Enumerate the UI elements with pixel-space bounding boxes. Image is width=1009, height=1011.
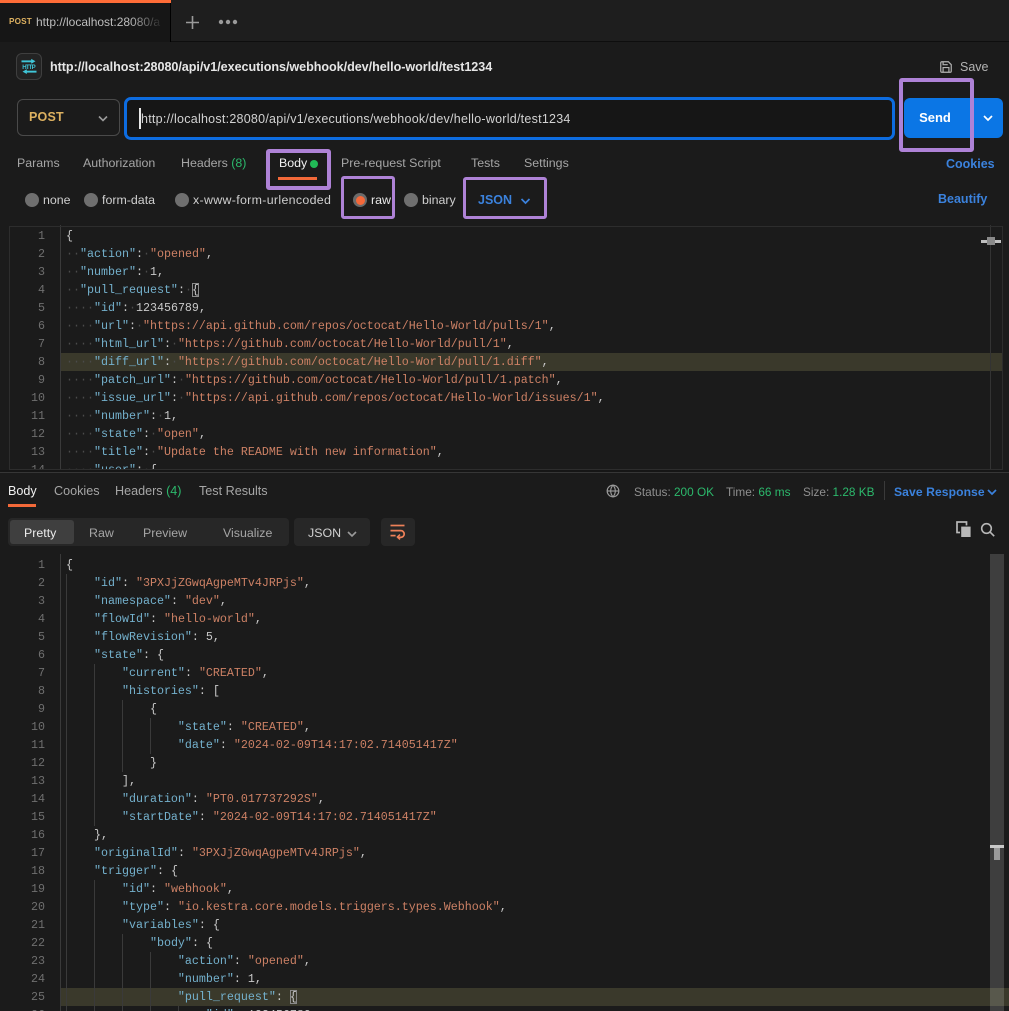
svg-text:HTTP: HTTP xyxy=(22,64,36,71)
